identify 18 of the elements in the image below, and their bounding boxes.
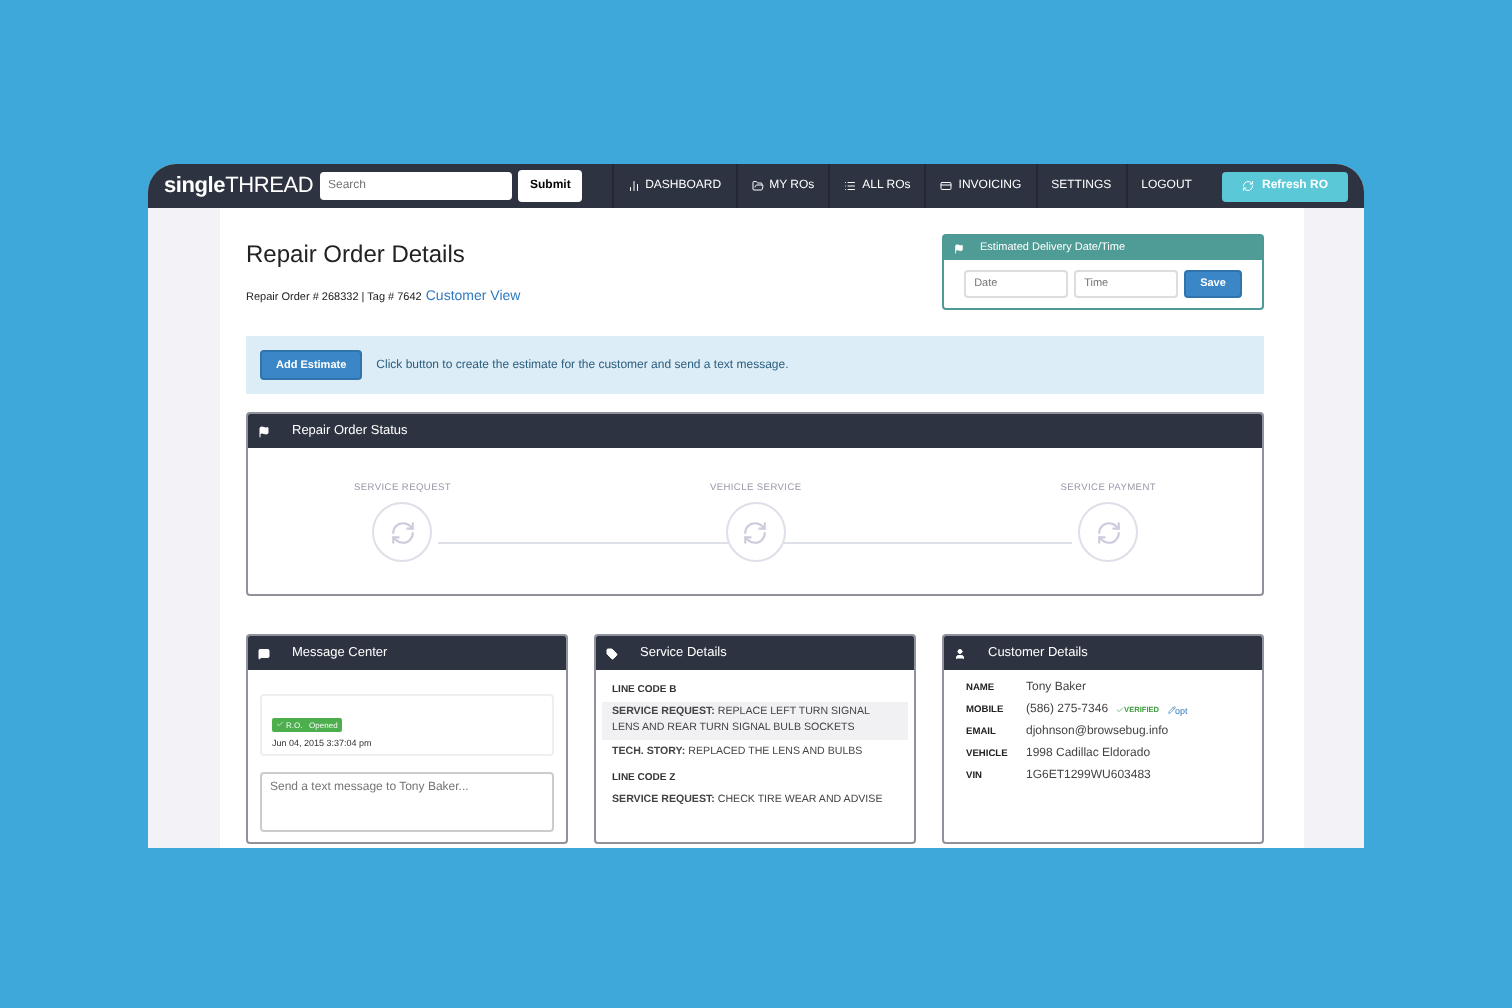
check-icon [1116,706,1125,714]
chat-icon [258,647,270,659]
list-icon [844,180,857,192]
pencil-icon [1167,706,1176,714]
person-icon [954,647,966,659]
card-icon [940,180,953,192]
refresh-icon [742,519,769,545]
page-title: Repair Order Details [246,240,467,268]
flag-icon [258,425,270,437]
logo: singleTHREAD [164,174,316,198]
check-icon [276,720,284,728]
bar-chart-icon [627,180,640,192]
refresh-icon [389,519,416,545]
refresh-icon [1095,519,1122,545]
folder-icon [751,180,764,192]
tag-icon [606,647,618,659]
refresh-icon [1241,180,1254,192]
flag-icon [954,243,964,253]
